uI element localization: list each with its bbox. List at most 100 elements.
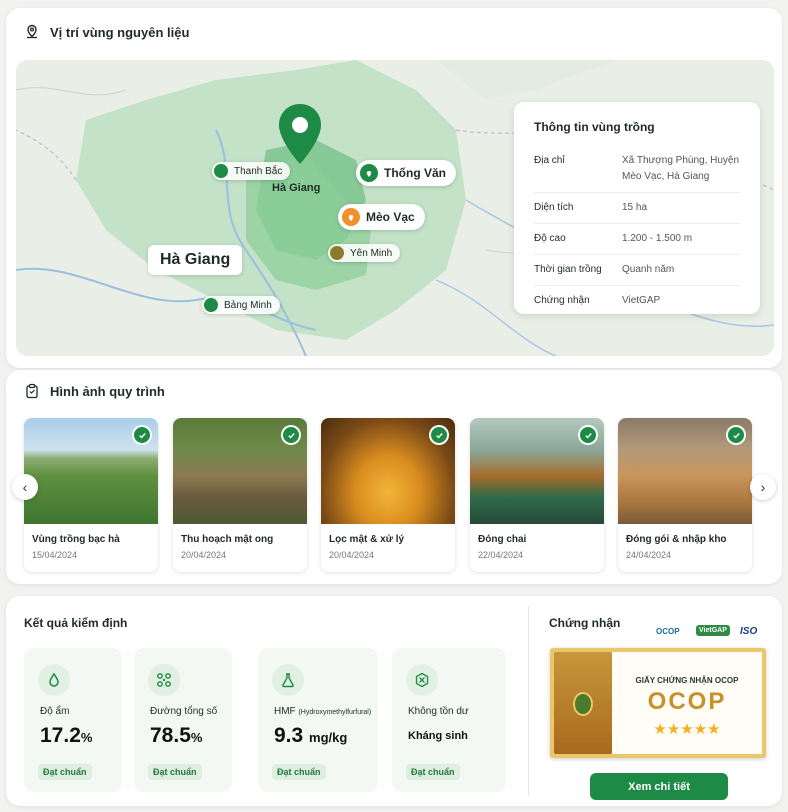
- pin-label-text: Bảng Minh: [224, 299, 272, 311]
- process-step-card[interactable]: Thu hoạch mật ong 20/04/2024: [173, 418, 307, 572]
- section-divider: [528, 606, 529, 796]
- pin-label-text: Mèo Vạc: [366, 210, 415, 224]
- test-value: 78.5%: [150, 724, 202, 748]
- test-label: HMF (Hydroxymethylfurfural): [274, 706, 371, 717]
- status-badge: Đạt chuẩn: [272, 764, 326, 780]
- verified-check-icon: [578, 425, 598, 445]
- pin-yen-minh[interactable]: Yên Minh: [328, 244, 401, 262]
- ocop-certificate[interactable]: GIẤY CHỨNG NHẬN OCOP OCOP ★★★★★: [550, 648, 766, 758]
- test-value-unit: mg/kg: [309, 730, 348, 745]
- growing-area-info-panel: Thông tin vùng trồng Địa chỉ Xã Thượng Ph…: [514, 102, 760, 314]
- pin-label-text: Thanh Bắc: [234, 165, 283, 177]
- info-row: Địa chỉ Xã Thượng Phùng, Huyện Mèo Vạc, H…: [534, 146, 740, 192]
- test-label-main: HMF: [274, 706, 296, 717]
- mint-field-photo: [24, 418, 158, 524]
- certificate-seal: [554, 652, 612, 754]
- certificate-heading: GIẤY CHỨNG NHẬN OCOP: [635, 676, 739, 685]
- step-date: 20/04/2024: [329, 550, 375, 560]
- carousel-next-button[interactable]: ›: [750, 474, 776, 500]
- test-value: 9.3 mg/kg: [274, 724, 347, 748]
- step-date: 22/04/2024: [478, 550, 524, 560]
- ocop-logo: OCOP: [656, 627, 680, 636]
- certs-title: Chứng nhận: [549, 616, 621, 630]
- tests-section-title: Kết quả kiểm định: [24, 616, 127, 630]
- test-label-small: (Hydroxymethylfurfural): [298, 709, 372, 716]
- info-row: Thời gian trồng Quanh năm: [534, 254, 740, 285]
- test-value-number: 78.5: [150, 724, 191, 747]
- info-key: Địa chỉ: [534, 155, 565, 166]
- harvest-photo: [173, 418, 307, 524]
- marker-icon: [214, 164, 228, 178]
- step-title: Đóng gói & nhập kho: [626, 534, 727, 545]
- honey-filter-photo: [321, 418, 455, 524]
- test-value: 17.2%: [40, 724, 92, 748]
- pin-thanh-bac[interactable]: Thanh Bắc: [212, 162, 291, 180]
- location-title: Vị trí vùng nguyên liệu: [50, 24, 190, 40]
- step-date: 15/04/2024: [32, 550, 78, 560]
- info-value: VietGAP: [622, 295, 661, 306]
- pin-label-text: Thống Văn: [384, 166, 446, 180]
- marker-icon: [360, 164, 378, 182]
- step-date: 24/04/2024: [626, 550, 672, 560]
- status-badge: Đạt chuẩn: [148, 764, 202, 780]
- status-badge: Đạt chuẩn: [406, 764, 460, 780]
- step-title: Lọc mật & xử lý: [329, 534, 405, 545]
- step-title: Đóng chai: [478, 534, 527, 545]
- process-section-title: Hình ảnh quy trình: [24, 383, 165, 399]
- info-value: 1.200 - 1.500 m: [622, 233, 693, 244]
- bottling-photo: [470, 418, 604, 524]
- certs-section-title: Chứng nhận: [549, 616, 620, 630]
- pin-bang-minh[interactable]: Bảng Minh: [202, 296, 280, 314]
- verified-check-icon: [429, 425, 449, 445]
- marker-icon: [204, 298, 218, 312]
- info-title: Thông tin vùng trồng: [534, 120, 655, 134]
- pin-thong-van[interactable]: Thống Văn: [356, 160, 456, 186]
- pin-meo-vac[interactable]: Mèo Vạc: [338, 204, 425, 230]
- test-value-number: 17.2: [40, 724, 81, 747]
- certificate-paper: GIẤY CHỨNG NHẬN OCOP OCOP ★★★★★: [612, 652, 762, 754]
- clipboard-icon: [26, 383, 38, 399]
- main-location-pin-icon[interactable]: [276, 102, 324, 166]
- test-item-hmf: HMF (Hydroxymethylfurfural) 9.3 mg/kg Đạ…: [258, 648, 378, 792]
- info-key: Diện tích: [534, 202, 574, 213]
- test-value-number: 9.3: [274, 724, 304, 747]
- test-value-unit: %: [190, 730, 203, 745]
- info-row: Độ cao 1.200 - 1.500 m: [534, 223, 740, 254]
- map-center-label: Hà Giang: [272, 182, 321, 194]
- carousel-prev-button[interactable]: ‹: [12, 474, 38, 500]
- marker-icon: [330, 246, 344, 260]
- molecule-icon: [148, 664, 180, 696]
- info-value: 15 ha: [622, 202, 648, 213]
- test-label: Độ ẩm: [40, 706, 70, 717]
- flask-icon: [272, 664, 304, 696]
- process-step-card[interactable]: Vùng trồng bạc hà 15/04/2024: [24, 418, 158, 572]
- info-row: Diện tích 15 ha: [534, 192, 740, 223]
- process-step-card[interactable]: Đóng gói & nhập kho 24/04/2024: [618, 418, 752, 572]
- location-pin-icon: [27, 24, 37, 39]
- process-title: Hình ảnh quy trình: [50, 383, 165, 399]
- info-key: Thời gian trồng: [534, 264, 602, 275]
- process-step-card[interactable]: Đóng chai 22/04/2024: [470, 418, 604, 572]
- step-date: 20/04/2024: [181, 550, 227, 560]
- vietgap-logo: VietGAP: [696, 625, 730, 636]
- test-value: Kháng sinh: [408, 730, 468, 742]
- pin-label-text: Yên Minh: [350, 247, 393, 259]
- certificate-stars: ★★★★★: [653, 721, 721, 738]
- certificate-brand: OCOP: [647, 688, 727, 715]
- process-step-card[interactable]: Lọc mật & xử lý 20/04/2024: [321, 418, 455, 572]
- view-details-button[interactable]: Xem chi tiết: [590, 773, 728, 800]
- step-title: Vùng trồng bạc hà: [32, 534, 120, 545]
- verified-check-icon: [132, 425, 152, 445]
- test-item-moisture: Độ ẩm 17.2% Đạt chuẩn: [24, 648, 122, 792]
- water-drop-icon: [38, 664, 70, 696]
- verified-check-icon: [726, 425, 746, 445]
- verified-check-icon: [281, 425, 301, 445]
- test-item-antibiotics: Không tồn dư Kháng sinh Đạt chuẩn: [392, 648, 506, 792]
- step-title: Thu hoạch mật ong: [181, 534, 274, 545]
- warehouse-photo: [618, 418, 752, 524]
- iso-logo: ISO: [740, 626, 758, 637]
- test-value-unit: %: [80, 730, 93, 745]
- marker-icon: [342, 208, 360, 226]
- info-row: Chứng nhận VietGAP: [534, 285, 740, 316]
- info-key: Độ cao: [534, 233, 566, 244]
